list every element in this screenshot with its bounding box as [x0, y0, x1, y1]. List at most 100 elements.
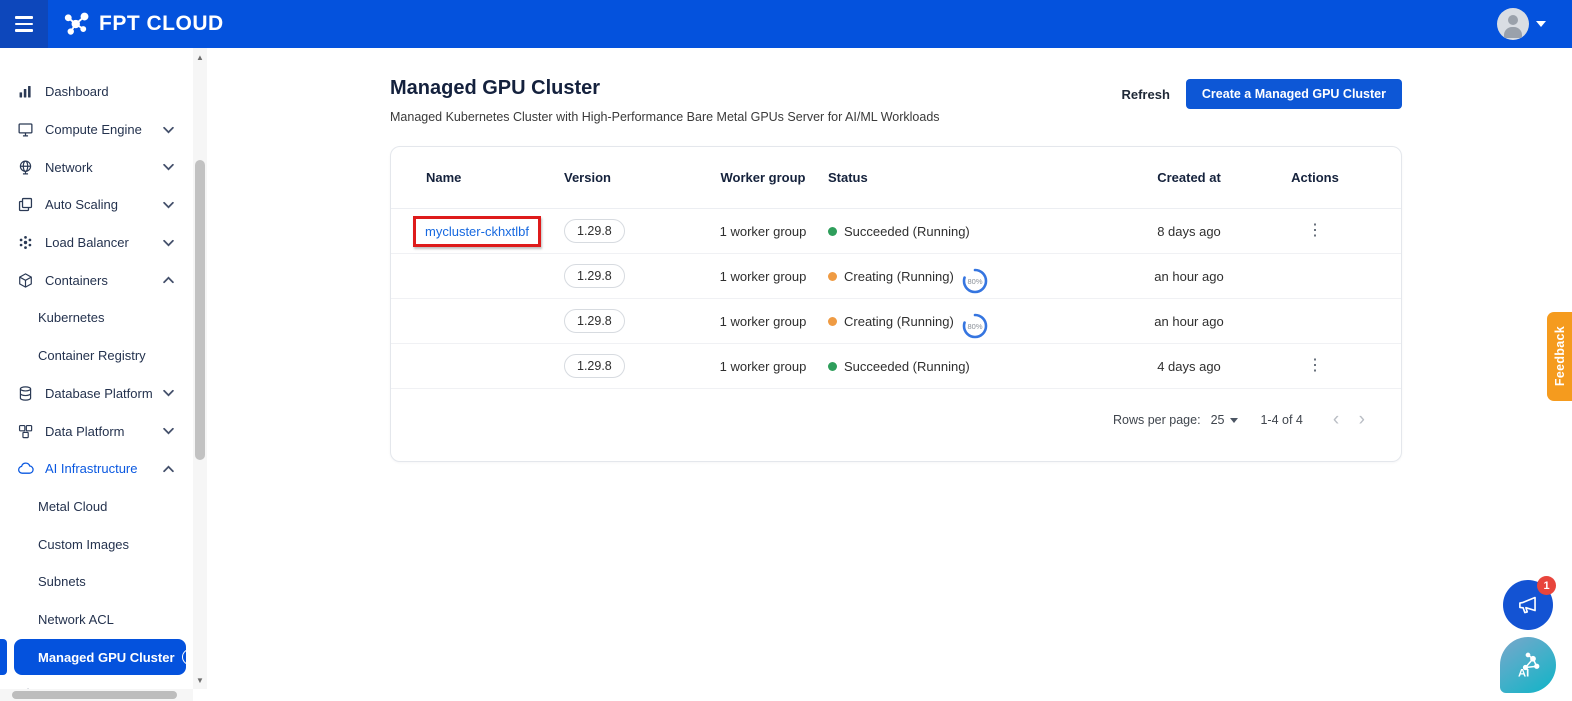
cloud-icon: [16, 460, 34, 478]
sidebar-item-data-platform[interactable]: Data Platform: [0, 412, 190, 450]
status-dot-icon: [828, 317, 837, 326]
page-header: Managed GPU Cluster Managed Kubernetes C…: [390, 65, 1402, 124]
page-title: Managed GPU Cluster: [390, 77, 940, 100]
sidebar-item-label: AI Infrastructure: [45, 461, 137, 476]
sidebar-item-label: Load Balancer: [45, 235, 129, 250]
cell-status: Creating (Running) 80%: [828, 261, 1109, 291]
status-dot-icon: [828, 227, 837, 236]
blocks-icon: [16, 422, 34, 440]
announcements-button[interactable]: 1: [1503, 580, 1553, 630]
create-cluster-button[interactable]: Create a Managed GPU Cluster: [1186, 79, 1402, 109]
kebab-menu-icon[interactable]: ⋮: [1301, 221, 1329, 241]
sidebar-item-custom-images[interactable]: Custom Images: [0, 525, 190, 563]
status-dot-icon: [828, 272, 837, 281]
version-chip: 1.29.8: [564, 354, 625, 378]
scroll-up-icon[interactable]: ▲: [193, 50, 207, 64]
table-row: mycluster-ckhxtlbf 1.29.8 1 worker group…: [391, 209, 1401, 254]
version-chip: 1.29.8: [564, 264, 625, 288]
ai-assistant-button[interactable]: AI: [1500, 637, 1556, 693]
version-chip: 1.29.8: [564, 309, 625, 333]
sidebar-item-label: Dashboard: [45, 84, 109, 99]
sidebar-item-container-registry[interactable]: Container Registry: [0, 337, 190, 375]
active-indicator: [0, 639, 7, 675]
cell-created-at: an hour ago: [1109, 269, 1269, 284]
sidebar-item-managed-gpu-cluster[interactable]: Managed GPU Cluster beta: [0, 638, 190, 676]
sidebar-item-network[interactable]: Network: [0, 148, 190, 186]
sidebar-item-subnets[interactable]: Subnets: [0, 563, 190, 601]
progress-ring: 80%: [960, 311, 990, 341]
table-header-row: NameVersionWorker groupStatusCreated atA…: [391, 147, 1401, 209]
sidebar-item-containers[interactable]: Containers: [0, 261, 190, 299]
ai-molecule-icon: AI: [1513, 650, 1543, 680]
scrollbar-thumb[interactable]: [195, 160, 205, 460]
version-chip: 1.29.8: [564, 219, 625, 243]
feedback-tab[interactable]: Feedback: [1547, 312, 1572, 401]
table-row: 1.29.8 1 worker group Creating (Running)…: [391, 299, 1401, 344]
brand-text: FPT CLOUD: [99, 12, 224, 36]
database-icon: [16, 384, 34, 402]
kebab-menu-icon[interactable]: ⋮: [1301, 356, 1329, 376]
menu-icon[interactable]: [0, 0, 48, 48]
sidebar-horizontal-scrollbar[interactable]: [0, 689, 193, 701]
avatar: [1497, 8, 1529, 40]
globe-icon: [16, 158, 34, 176]
sidebar-item-label: Metal Cloud: [38, 499, 107, 514]
svg-text:80%: 80%: [967, 277, 982, 286]
sidebar-item-ai-infrastructure[interactable]: AI Infrastructure: [0, 450, 190, 488]
chevron-down-icon: [163, 164, 174, 171]
sidebar-item-compute-engine[interactable]: Compute Engine: [0, 111, 190, 149]
sidebar-item-auto-scaling[interactable]: Auto Scaling: [0, 186, 190, 224]
cluster-name-link[interactable]: mycluster-ckhxtlbf: [425, 224, 529, 239]
chevron-down-icon: [163, 390, 174, 397]
sidebar-item-dashboard[interactable]: Dashboard: [0, 73, 190, 111]
cluster-table-card: NameVersionWorker groupStatusCreated atA…: [390, 146, 1402, 462]
sidebar-item-label: Data Platform: [45, 424, 124, 439]
cell-worker-group: 1 worker group: [698, 269, 828, 284]
notification-badge: 1: [1537, 576, 1556, 595]
previous-page-button[interactable]: ‹: [1325, 409, 1347, 431]
sidebar-item-network-acl[interactable]: Network ACL: [0, 601, 190, 639]
account-menu[interactable]: [1497, 8, 1546, 40]
refresh-button[interactable]: Refresh: [1121, 87, 1169, 102]
sidebar-item-label: Containers: [45, 273, 108, 288]
table-row: 1.29.8 1 worker group Succeeded (Running…: [391, 344, 1401, 389]
chevron-up-icon: [163, 465, 174, 472]
chevron-down-icon: [163, 239, 174, 246]
scroll-down-icon[interactable]: ▼: [193, 673, 207, 687]
chevron-down-icon: [1230, 418, 1238, 423]
sidebar-item-database-platform[interactable]: Database Platform: [0, 375, 190, 413]
page-subtitle: Managed Kubernetes Cluster with High-Per…: [390, 110, 940, 124]
pagination: Rows per page: 25 1-4 of 4 ‹ ›: [391, 389, 1401, 451]
cell-created-at: 4 days ago: [1109, 359, 1269, 374]
sidebar-item-label: Network ACL: [38, 612, 114, 627]
sidebar-item-metal-cloud[interactable]: Metal Cloud: [0, 488, 190, 526]
sidebar: Dashboard Compute Engine Network Auto Scali…: [0, 48, 190, 701]
svg-text:80%: 80%: [967, 322, 982, 331]
cell-status: Succeeded (Running): [828, 359, 1109, 374]
sidebar-item-label: Kubernetes: [38, 310, 105, 325]
next-page-button[interactable]: ›: [1351, 409, 1373, 431]
rows-per-page-select[interactable]: 25: [1211, 413, 1239, 427]
table-row: 1.29.8 1 worker group Creating (Running)…: [391, 254, 1401, 299]
sidebar-item-load-balancer[interactable]: Load Balancer: [0, 224, 190, 262]
stack-icon: [16, 196, 34, 214]
cell-version: 1.29.8: [564, 354, 698, 378]
column-header-name: Name: [426, 170, 564, 185]
cell-version: 1.29.8: [564, 264, 698, 288]
top-navigation-bar: FPT CLOUD: [0, 0, 1572, 48]
scrollbar-thumb-horizontal[interactable]: [12, 691, 177, 699]
cell-worker-group: 1 worker group: [698, 224, 828, 239]
column-header-created-at: Created at: [1109, 170, 1269, 185]
sidebar-item-label: Network: [45, 160, 93, 175]
progress-ring: 80%: [960, 266, 990, 296]
cell-actions: ⋮: [1269, 356, 1361, 376]
cell-version: 1.29.8: [564, 219, 698, 243]
sidebar-item-kubernetes[interactable]: Kubernetes: [0, 299, 190, 337]
sidebar-item-label: Auto Scaling: [45, 197, 118, 212]
sidebar-vertical-scrollbar[interactable]: ▲ ▼: [193, 48, 207, 689]
cell-version: 1.29.8: [564, 309, 698, 333]
cell-name: mycluster-ckhxtlbf: [426, 216, 564, 247]
fpt-cloud-logo[interactable]: FPT CLOUD: [62, 9, 224, 39]
svg-text:AI: AI: [1518, 667, 1529, 679]
chart-bars-icon: [16, 83, 34, 101]
